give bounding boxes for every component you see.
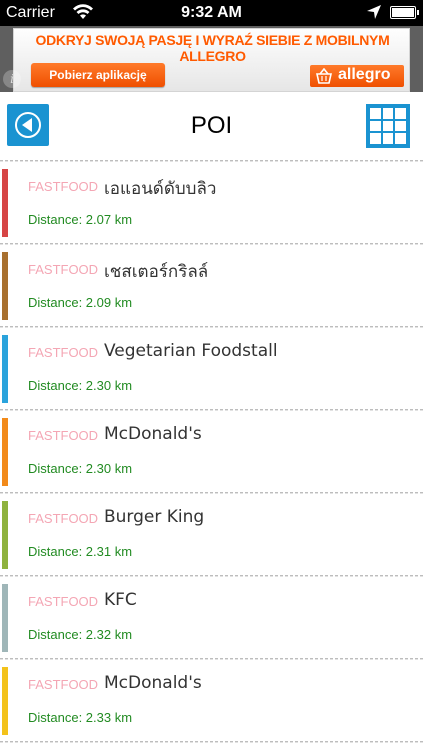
location-arrow-icon [367,5,381,19]
poi-category: FASTFOOD [28,262,99,277]
poi-name: McDonald's [104,673,202,693]
ad-headline: ODKRYJ SWOJĄ PASJĘ I WYRAŹ SIEBIE Z MOBI… [35,32,390,64]
clock: 9:32 AM [181,4,242,21]
poi-item[interactable]: FASTFOOD KFC Distance: 2.32 km [0,577,423,660]
poi-name: เอแอนด์ดับบลิว [104,179,217,199]
poi-distance: Distance: 2.32 km [28,627,133,642]
poi-distance: Distance: 2.33 km [28,710,133,725]
ad-download-button[interactable]: Pobierz aplikację [31,63,165,87]
poi-item[interactable]: FASTFOOD McDonald's Distance: 2.30 km [0,411,423,494]
poi-distance: Distance: 2.31 km [28,544,133,559]
nav-header: POI [0,92,423,162]
status-bar: Carrier 9:32 AM [0,0,423,26]
poi-name: Burger King [104,507,205,527]
poi-category: FASTFOOD [28,428,99,443]
ad-content[interactable]: ODKRYJ SWOJĄ PASJĘ I WYRAŹ SIEBIE Z MOBI… [13,28,410,92]
ad-banner[interactable]: ODKRYJ SWOJĄ PASJĘ I WYRAŹ SIEBIE Z MOBI… [0,26,423,92]
category-color-bar [2,418,8,486]
poi-distance: Distance: 2.09 km [28,295,133,310]
poi-name: Vegetarian Foodstall [104,341,278,361]
ad-info-icon[interactable]: i [3,70,21,88]
poi-item[interactable]: FASTFOOD McDonald's Distance: 2.33 km [0,660,423,743]
page-title: POI [190,112,233,139]
poi-category: FASTFOOD [28,511,99,526]
poi-item[interactable]: FASTFOOD Vegetarian Foodstall Distance: … [0,328,423,411]
poi-distance: Distance: 2.30 km [28,378,133,393]
poi-item[interactable]: FASTFOOD เอแอนด์ดับบลิว Distance: 2.07 k… [0,162,423,245]
ad-logo: allegro [310,65,404,87]
category-color-bar [2,584,8,652]
battery-icon [390,6,419,19]
ad-logo-text: allegro [338,66,391,83]
poi-category: FASTFOOD [28,345,99,360]
category-color-bar [2,667,8,735]
poi-item[interactable]: FASTFOOD Burger King Distance: 2.31 km [0,494,423,577]
poi-name: เชสเตอร์กริลล์ [104,262,209,282]
poi-name: KFC [104,590,137,610]
poi-name: McDonald's [104,424,202,444]
category-color-bar [2,501,8,569]
poi-distance: Distance: 2.07 km [28,212,133,227]
poi-category: FASTFOOD [28,594,99,609]
category-color-bar [2,335,8,403]
grid-view-button[interactable] [366,104,410,148]
poi-distance: Distance: 2.30 km [28,461,133,476]
poi-item[interactable]: FASTFOOD เชสเตอร์กริลล์ Distance: 2.09 k… [0,245,423,328]
poi-category: FASTFOOD [28,179,99,194]
category-color-bar [2,252,8,320]
row-divider [0,741,423,743]
category-color-bar [2,169,8,237]
poi-category: FASTFOOD [28,677,99,692]
shopping-basket-icon [316,68,332,84]
